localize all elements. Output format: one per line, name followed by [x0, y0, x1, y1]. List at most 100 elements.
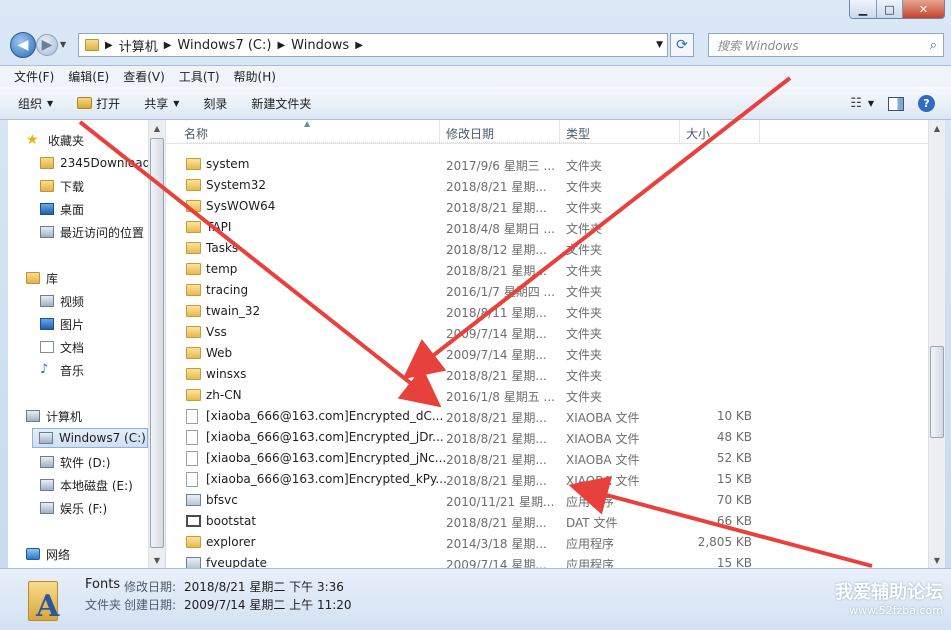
nav-item-drive-c[interactable]: Windows7 (C:)	[32, 428, 148, 448]
nav-favorites[interactable]: ★ 收藏夹	[26, 130, 148, 150]
caption-buttons: ▁ □ ✕	[849, 0, 945, 19]
nav-computer[interactable]: 计算机	[26, 406, 148, 426]
nav-libraries[interactable]: 库	[26, 268, 148, 288]
breadcrumb-drive[interactable]: Windows7 (C:)	[177, 38, 271, 53]
table-row[interactable]: temp 2018/8/21 星期... 文件夹	[166, 259, 928, 280]
table-row[interactable]: zh-CN 2016/1/8 星期五 ... 文件夹	[166, 385, 928, 406]
scroll-up-arrow[interactable]: ▲	[149, 120, 165, 136]
nav-item-documents[interactable]: 文档	[40, 337, 148, 357]
breadcrumb-windows[interactable]: Windows	[291, 38, 349, 53]
breadcrumb-computer[interactable]: 计算机	[119, 36, 158, 55]
address-row: ◀ ▶ ▼ ▶ 计算机 ▶ Windows7 (C:) ▶ Windows ▶ …	[8, 30, 944, 60]
search-input[interactable]: 搜索 Windows ⌕	[708, 33, 944, 57]
help-icon[interactable]: ?	[918, 95, 935, 112]
menu-help[interactable]: 帮助(H)	[234, 68, 276, 85]
open-button[interactable]: 打开	[77, 95, 120, 112]
table-row[interactable]: twain_32 2018/8/11 星期... 文件夹	[166, 301, 928, 322]
table-row[interactable]: [xiaoba_666@163.com]Encrypted_jDr... 2018…	[166, 427, 928, 448]
table-row[interactable]: explorer 2014/3/18 星期... 应用程序 2,805 KB	[166, 532, 928, 553]
preview-pane-icon[interactable]	[888, 96, 904, 111]
recent-pages-dropdown[interactable]: ▼	[60, 40, 66, 49]
download-folder-icon	[40, 180, 54, 192]
table-row[interactable]: bfsvc 2010/11/21 星期... 应用程序 70 KB	[166, 490, 928, 511]
table-row[interactable]: SysWOW64 2018/8/21 星期... 文件夹	[166, 196, 928, 217]
folder-icon	[186, 389, 201, 401]
minimize-button[interactable]: ▁	[850, 0, 876, 18]
modified-label: 修改日期:	[124, 580, 177, 594]
nav-item-music[interactable]: ♪ 音乐	[40, 360, 148, 380]
nav-scrollbar[interactable]: ▲ ▼	[148, 120, 165, 568]
table-row[interactable]: fveupdate 2009/7/14 星期... 应用程序 15 KB	[166, 553, 928, 568]
drive-icon	[40, 479, 54, 491]
cell-date: 2018/8/21 星期...	[446, 453, 547, 467]
table-row[interactable]: tracing 2016/1/7 星期四 ... 文件夹	[166, 280, 928, 301]
cell-name: Tasks	[206, 241, 239, 255]
cell-name: winsxs	[206, 367, 247, 381]
new-folder-button[interactable]: 新建文件夹	[251, 95, 311, 112]
nav-item-desktop[interactable]: 桌面	[40, 199, 148, 219]
cell-name: [xiaoba_666@163.com]Encrypted_dC...	[206, 409, 444, 423]
table-row[interactable]: bootstat 2018/8/21 星期... DAT 文件 66 KB	[166, 511, 928, 532]
table-row[interactable]: System32 2018/8/21 星期... 文件夹	[166, 175, 928, 196]
scroll-down-arrow[interactable]: ▼	[149, 552, 165, 568]
nav-item-drive-e[interactable]: 本地磁盘 (E:)	[40, 475, 148, 495]
menu-view[interactable]: 查看(V)	[123, 68, 165, 85]
folder-icon	[186, 305, 201, 317]
column-date[interactable]: 修改日期	[446, 125, 494, 142]
scroll-thumb[interactable]	[150, 138, 164, 548]
cell-name: Vss	[206, 325, 227, 339]
recent-places-icon	[40, 226, 54, 238]
forward-button[interactable]: ▶	[36, 34, 58, 56]
nav-network[interactable]: 网络	[26, 544, 148, 564]
table-row[interactable]: winsxs 2018/8/21 星期... 文件夹	[166, 364, 928, 385]
folder-icon	[186, 221, 201, 233]
view-options-icon[interactable]: ☷	[850, 96, 862, 111]
search-icon[interactable]: ⌕	[930, 38, 937, 53]
maximize-button[interactable]: □	[876, 0, 902, 18]
view-options-dropdown[interactable]: ▼	[868, 99, 874, 108]
content-scrollbar[interactable]: ▲ ▼	[928, 120, 945, 568]
nav-item-downloads[interactable]: 下载	[40, 176, 148, 196]
share-button[interactable]: 共享 ▼	[144, 95, 179, 112]
folder-icon	[186, 263, 201, 275]
table-row[interactable]: Tasks 2018/8/12 星期... 文件夹	[166, 238, 928, 259]
cell-type: 文件夹	[566, 348, 603, 362]
search-placeholder: 搜索 Windows	[717, 38, 799, 53]
folder-icon	[186, 242, 201, 254]
address-dropdown-icon[interactable]: ▼	[656, 40, 663, 50]
table-row[interactable]: [xiaoba_666@163.com]Encrypted_dC... 2018/…	[166, 406, 928, 427]
scroll-up-arrow[interactable]: ▲	[929, 120, 945, 136]
dat-icon	[186, 515, 201, 527]
cell-type: 文件夹	[566, 180, 603, 194]
table-row[interactable]: Web 2009/7/14 星期... 文件夹	[166, 343, 928, 364]
menu-edit[interactable]: 编辑(E)	[68, 68, 109, 85]
column-type[interactable]: 类型	[566, 125, 590, 142]
address-bar[interactable]: ▶ 计算机 ▶ Windows7 (C:) ▶ Windows ▶ ▼	[78, 33, 668, 57]
nav-item-recent[interactable]: 最近访问的位置	[40, 222, 148, 242]
fonts-folder-icon: A	[24, 575, 66, 624]
scroll-thumb[interactable]	[930, 346, 944, 438]
nav-item-videos[interactable]: 视频	[40, 291, 148, 311]
column-name[interactable]: 名称	[184, 125, 208, 142]
table-row[interactable]: Vss 2009/7/14 星期... 文件夹	[166, 322, 928, 343]
organize-button[interactable]: 组织 ▼	[18, 95, 53, 112]
cell-date: 2017/9/6 星期三 ...	[446, 159, 555, 173]
refresh-button[interactable]: ⟳	[670, 33, 694, 57]
nav-item-2345downloads[interactable]: 2345Downloads	[40, 153, 148, 173]
table-row[interactable]: [xiaoba_666@163.com]Encrypted_kPy... 2018…	[166, 469, 928, 490]
burn-button[interactable]: 刻录	[203, 95, 227, 112]
nav-item-drive-d[interactable]: 软件 (D:)	[40, 452, 148, 472]
scroll-down-arrow[interactable]: ▼	[929, 552, 945, 568]
close-button[interactable]: ✕	[902, 0, 944, 18]
folder-icon	[85, 39, 99, 51]
table-row[interactable]: [xiaoba_666@163.com]Encrypted_jNc... 2018…	[166, 448, 928, 469]
table-row[interactable]: system 2017/9/6 星期三 ... 文件夹	[166, 154, 928, 175]
column-size[interactable]: 大小	[686, 125, 710, 142]
nav-item-pictures[interactable]: 图片	[40, 314, 148, 334]
nav-item-drive-f[interactable]: 娱乐 (F:)	[40, 498, 148, 518]
table-row[interactable]: TAPI 2018/4/8 星期日 ... 文件夹	[166, 217, 928, 238]
menu-file[interactable]: 文件(F)	[14, 68, 54, 85]
back-button[interactable]: ◀	[10, 32, 36, 58]
cell-date: 2018/8/21 星期...	[446, 411, 547, 425]
menu-tools[interactable]: 工具(T)	[179, 68, 220, 85]
